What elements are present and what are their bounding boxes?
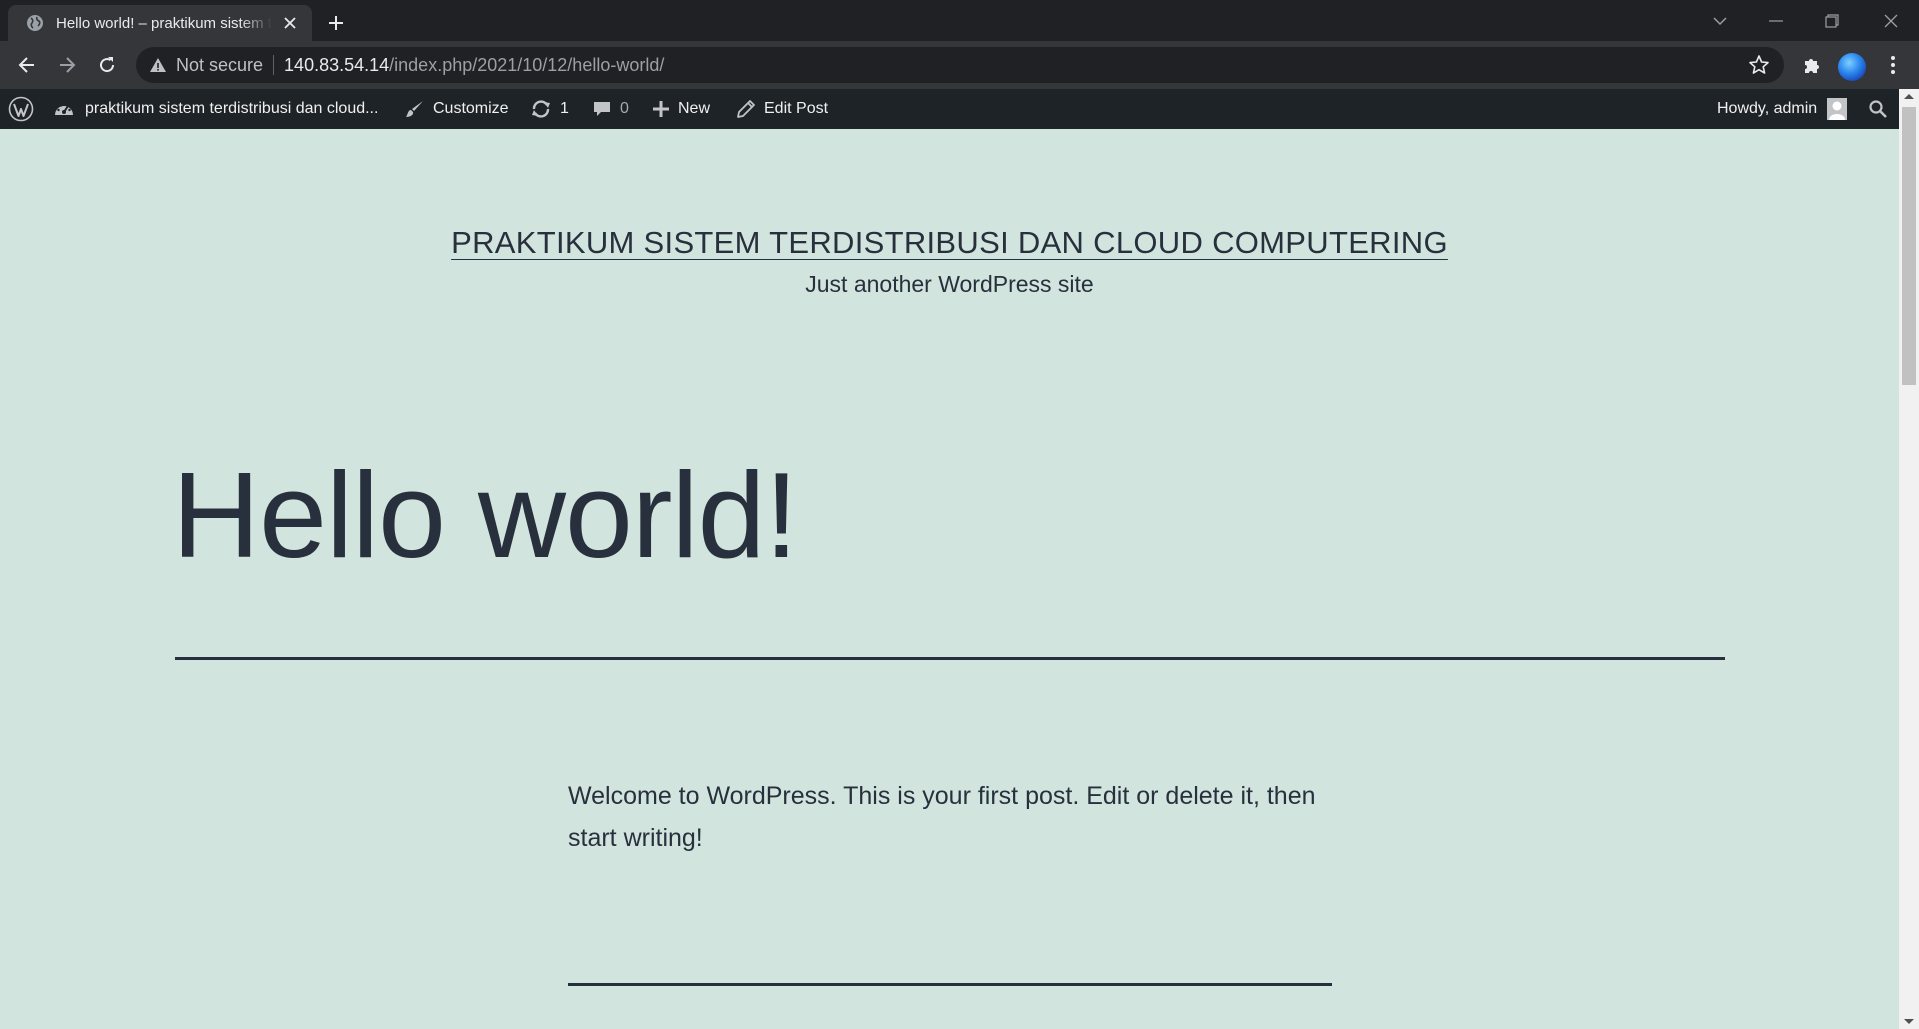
extensions-button[interactable] xyxy=(1797,50,1827,80)
forward-button[interactable] xyxy=(52,50,82,80)
wordpress-logo-icon xyxy=(8,96,34,122)
scrollbar-thumb[interactable] xyxy=(1902,107,1916,385)
address-bar[interactable]: Not secure 140.83.54.14/index.php/2021/1… xyxy=(136,47,1784,83)
url-path: /index.php/2021/10/12/hello-world/ xyxy=(389,54,665,75)
wp-logo-menu[interactable] xyxy=(8,89,34,129)
site-title-link[interactable]: PRAKTIKUM SISTEM TERDISTRIBUSI DAN CLOUD… xyxy=(451,225,1448,260)
updates-count: 1 xyxy=(560,100,569,117)
plus-icon xyxy=(653,101,669,117)
my-account-menu[interactable]: Howdy, admin xyxy=(1717,89,1848,129)
site-name-label: praktikum sistem terdistribusi dan cloud… xyxy=(85,100,379,117)
new-label: New xyxy=(678,100,711,117)
new-content-menu[interactable]: New xyxy=(652,89,710,129)
updates-refresh-icon xyxy=(532,100,550,118)
more-vertical-icon xyxy=(1891,56,1895,74)
close-window-button[interactable] xyxy=(1863,0,1919,41)
customize-label: Customize xyxy=(433,100,509,117)
arrow-left-icon xyxy=(18,57,34,73)
reload-icon xyxy=(100,57,115,73)
back-button[interactable] xyxy=(12,50,42,80)
scroll-down-arrow-icon[interactable] xyxy=(1904,1019,1914,1024)
content-divider xyxy=(568,983,1332,986)
reload-button[interactable] xyxy=(92,50,122,80)
page-scrollbar[interactable] xyxy=(1899,89,1919,1029)
pencil-icon xyxy=(737,100,755,118)
browser-menu-button[interactable] xyxy=(1878,50,1908,80)
comments-menu[interactable]: 0 xyxy=(592,89,629,129)
security-label[interactable]: Not secure xyxy=(176,55,263,76)
updates-menu[interactable]: 1 xyxy=(530,89,569,129)
comment-bubble-icon xyxy=(594,102,610,116)
post-title: Hello world! xyxy=(172,447,798,583)
chevron-down-icon xyxy=(1713,16,1727,25)
minimize-button[interactable] xyxy=(1748,0,1804,41)
restore-icon xyxy=(1825,13,1839,28)
plus-icon xyxy=(329,16,343,30)
minimize-icon xyxy=(1769,19,1783,22)
paintbrush-icon xyxy=(406,101,423,117)
close-tab-icon[interactable] xyxy=(280,13,300,33)
site-description: Just another WordPress site xyxy=(805,271,1094,297)
url-text[interactable]: 140.83.54.14/index.php/2021/10/12/hello-… xyxy=(284,55,664,76)
admin-search-button[interactable] xyxy=(1868,89,1888,129)
browser-toolbar: Not secure 140.83.54.14/index.php/2021/1… xyxy=(0,41,1919,89)
puzzle-icon xyxy=(1805,59,1819,73)
tab-search-button[interactable] xyxy=(1692,0,1748,41)
page-viewport: PRAKTIKUM SISTEM TERDISTRIBUSI DAN CLOUD… xyxy=(0,129,1899,1029)
avatar xyxy=(1827,98,1848,120)
browser-tab[interactable]: Hello world! – praktikum sistem terdistr… xyxy=(8,5,312,41)
dashboard-gauge-icon xyxy=(55,104,73,115)
comments-count: 0 xyxy=(620,100,629,117)
howdy-label: Howdy, admin xyxy=(1717,100,1818,117)
new-tab-button[interactable] xyxy=(322,9,350,37)
close-icon xyxy=(1884,14,1898,27)
url-host: 140.83.54.14 xyxy=(284,54,390,75)
restore-button[interactable] xyxy=(1804,0,1860,41)
site-name-menu[interactable]: praktikum sistem terdistribusi dan cloud… xyxy=(53,89,378,129)
wp-admin-bar: praktikum sistem terdistribusi dan cloud… xyxy=(0,89,1919,129)
edit-post-label: Edit Post xyxy=(764,100,829,117)
scroll-up-arrow-icon[interactable] xyxy=(1904,94,1914,99)
customize-menu[interactable]: Customize xyxy=(405,89,509,129)
arrow-right-icon xyxy=(60,57,76,73)
browser-tabstrip: Hello world! – praktikum sistem terdistr… xyxy=(0,0,1919,41)
tab-title: Hello world! – praktikum sistem terdistr… xyxy=(56,14,272,32)
omnibox-separator xyxy=(273,55,275,75)
site-title: PRAKTIKUM SISTEM TERDISTRIBUSI DAN CLOUD… xyxy=(0,225,1899,261)
bookmark-star-icon[interactable] xyxy=(1748,54,1770,76)
edit-post-menu[interactable]: Edit Post xyxy=(736,89,828,129)
globe-icon xyxy=(27,15,43,31)
warning-icon xyxy=(150,58,166,72)
title-divider xyxy=(175,657,1725,660)
profile-avatar[interactable] xyxy=(1838,53,1866,81)
post-body: Welcome to WordPress. This is your first… xyxy=(568,782,1316,852)
search-icon xyxy=(1869,100,1887,118)
